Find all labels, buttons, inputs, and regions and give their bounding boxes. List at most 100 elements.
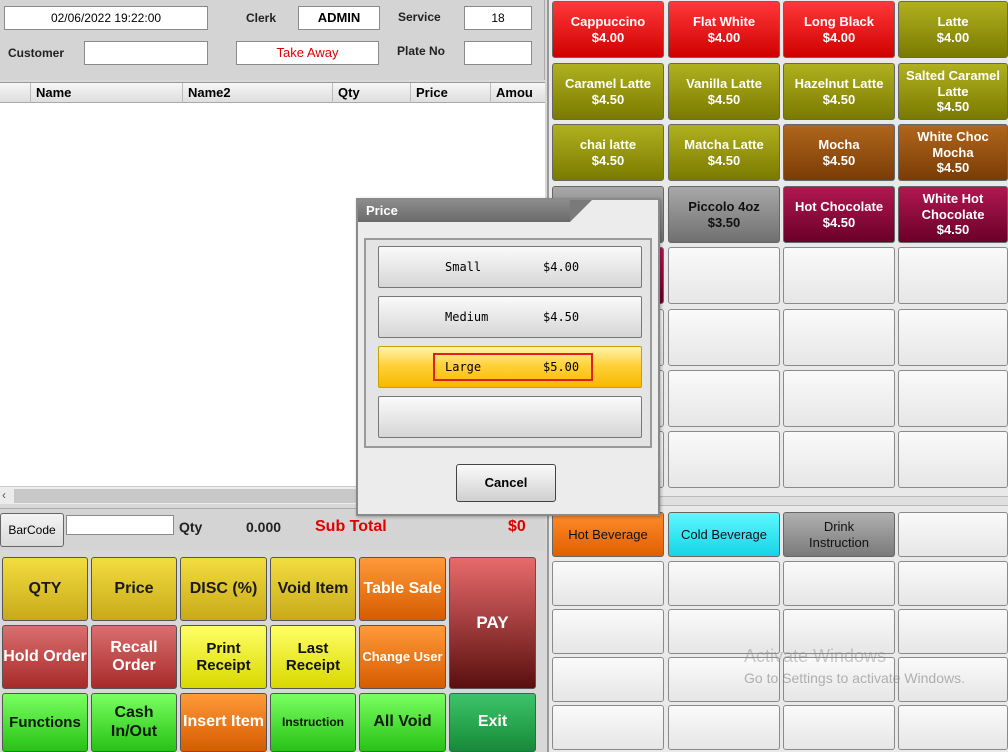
table-sale-button[interactable]: Table Sale <box>359 557 446 621</box>
scroll-left-arrow-icon[interactable]: ‹ <box>2 488 6 502</box>
barcode-button[interactable]: BarCode <box>0 513 64 547</box>
menu-item-name: Hot Chocolate <box>794 198 884 214</box>
dialog-title-tab <box>570 200 592 222</box>
column-header-qty[interactable]: Qty <box>332 83 410 103</box>
service-field[interactable]: 18 <box>464 6 532 30</box>
menu-item-empty[interactable] <box>668 431 780 488</box>
functions-button[interactable]: Functions <box>2 693 88 752</box>
menu-item-empty[interactable] <box>668 370 780 427</box>
menu-item-empty[interactable] <box>898 309 1008 366</box>
menu-item-hot-chocolate[interactable]: Hot Chocolate $4.50 <box>783 186 895 243</box>
column-header-amount[interactable]: Amou <box>490 83 545 103</box>
menu-item-name: Mocha <box>818 136 860 152</box>
customer-label: Customer <box>8 46 65 60</box>
category-empty[interactable] <box>552 609 664 654</box>
instruction-button[interactable]: Instruction <box>270 693 356 752</box>
menu-item-chai-latte[interactable]: chai latte $4.50 <box>552 124 664 181</box>
category-empty[interactable] <box>898 705 1008 750</box>
insert-item-button[interactable]: Insert Item <box>180 693 267 752</box>
barcode-input[interactable] <box>66 515 174 535</box>
size-name: Medium <box>445 310 489 324</box>
column-header-name[interactable]: Name <box>30 83 182 103</box>
plate-no-field[interactable] <box>464 41 532 65</box>
menu-item-name: Caramel Latte <box>565 75 651 91</box>
category-empty[interactable] <box>552 705 664 750</box>
menu-item-price: $4.50 <box>936 222 970 238</box>
menu-item-empty[interactable] <box>898 247 1008 304</box>
menu-item-empty[interactable] <box>898 370 1008 427</box>
void-item-button[interactable]: Void Item <box>270 557 356 621</box>
pay-button[interactable]: PAY <box>449 557 536 689</box>
column-header-name2[interactable]: Name2 <box>182 83 332 103</box>
category-empty[interactable] <box>783 561 895 606</box>
menu-item-vanilla-latte[interactable]: Vanilla Latte $4.50 <box>668 63 780 120</box>
category-empty[interactable] <box>552 561 664 606</box>
column-header-price[interactable]: Price <box>410 83 490 103</box>
menu-item-price: $4.50 <box>822 91 856 107</box>
service-label: Service <box>398 10 441 24</box>
size-option-large[interactable]: Large $5.00 <box>378 346 642 388</box>
menu-item-white-hot-chocolate[interactable]: White Hot Chocolate $4.50 <box>898 186 1008 243</box>
hold-order-button[interactable]: Hold Order <box>2 625 88 689</box>
menu-item-empty[interactable] <box>668 247 780 304</box>
activate-windows-watermark: Activate Windows <box>744 646 887 666</box>
category-empty[interactable] <box>668 705 780 750</box>
menu-item-empty[interactable] <box>783 247 895 304</box>
menu-item-cappuccino[interactable]: Cappuccino $4.00 <box>552 1 664 58</box>
menu-item-latte[interactable]: Latte $4.00 <box>898 1 1008 58</box>
order-type-field[interactable]: Take Away <box>236 41 379 65</box>
menu-item-caramel-latte[interactable]: Caramel Latte $4.50 <box>552 63 664 120</box>
size-option-small[interactable]: Small $4.00 <box>378 246 642 288</box>
discount-button[interactable]: DISC (%) <box>180 557 267 621</box>
menu-item-matcha-latte[interactable]: Matcha Latte $4.50 <box>668 124 780 181</box>
size-option-medium[interactable]: Medium $4.50 <box>378 296 642 338</box>
menu-item-empty[interactable] <box>668 309 780 366</box>
menu-item-empty[interactable] <box>783 370 895 427</box>
category-hot-beverage[interactable]: Hot Beverage <box>552 512 664 557</box>
cancel-button[interactable]: Cancel <box>456 464 556 502</box>
menu-item-price: $4.50 <box>936 99 970 115</box>
category-empty[interactable] <box>898 609 1008 654</box>
menu-item-name: Cappuccino <box>570 13 646 29</box>
menu-item-name: White Hot Chocolate <box>921 191 985 222</box>
cash-in-out-button[interactable]: Cash In/Out <box>91 693 177 752</box>
menu-item-empty[interactable] <box>783 309 895 366</box>
menu-item-hazelnut-latte[interactable]: Hazelnut Latte $4.50 <box>783 63 895 120</box>
menu-item-name: Long Black <box>803 13 875 29</box>
category-empty[interactable] <box>898 512 1008 557</box>
recall-order-button[interactable]: Recall Order <box>91 625 177 689</box>
menu-item-price: $4.00 <box>936 29 970 45</box>
change-user-button[interactable]: Change User <box>359 625 446 689</box>
qty-button[interactable]: QTY <box>2 557 88 621</box>
category-label: Drink Instruction <box>809 518 869 550</box>
size-options-panel: Small $4.00 Medium $4.50 Large $5.00 <box>364 238 652 448</box>
menu-item-white-choc-mocha[interactable]: White Choc Mocha $4.50 <box>898 124 1008 181</box>
plate-no-label: Plate No <box>397 44 446 58</box>
menu-item-name: Latte <box>937 13 969 29</box>
subtotal-value: $0 <box>508 518 526 535</box>
menu-item-price: $4.50 <box>591 152 625 168</box>
menu-item-empty[interactable] <box>898 431 1008 488</box>
scrollbar-thumb[interactable] <box>14 489 374 503</box>
price-button[interactable]: Price <box>91 557 177 621</box>
menu-item-mocha[interactable]: Mocha $4.50 <box>783 124 895 181</box>
category-empty[interactable] <box>668 561 780 606</box>
size-option-empty[interactable] <box>378 396 642 438</box>
category-empty[interactable] <box>898 561 1008 606</box>
last-receipt-button[interactable]: Last Receipt <box>270 625 356 689</box>
subtotal-label: Sub Total <box>315 518 387 535</box>
menu-item-flat-white[interactable]: Flat White $4.00 <box>668 1 780 58</box>
menu-item-salted-caramel-latte[interactable]: Salted Caramel Latte $4.50 <box>898 63 1008 120</box>
menu-item-long-black[interactable]: Long Black $4.00 <box>783 1 895 58</box>
category-drink-instruction[interactable]: Drink Instruction <box>783 512 895 557</box>
category-empty[interactable] <box>783 705 895 750</box>
category-empty[interactable] <box>552 657 664 702</box>
menu-item-price: $4.50 <box>822 152 856 168</box>
exit-button[interactable]: Exit <box>449 693 536 752</box>
menu-item-piccolo[interactable]: Piccolo 4oz $3.50 <box>668 186 780 243</box>
category-cold-beverage[interactable]: Cold Beverage <box>668 512 780 557</box>
all-void-button[interactable]: All Void <box>359 693 446 752</box>
menu-item-empty[interactable] <box>783 431 895 488</box>
customer-field[interactable] <box>84 41 208 65</box>
print-receipt-button[interactable]: Print Receipt <box>180 625 267 689</box>
